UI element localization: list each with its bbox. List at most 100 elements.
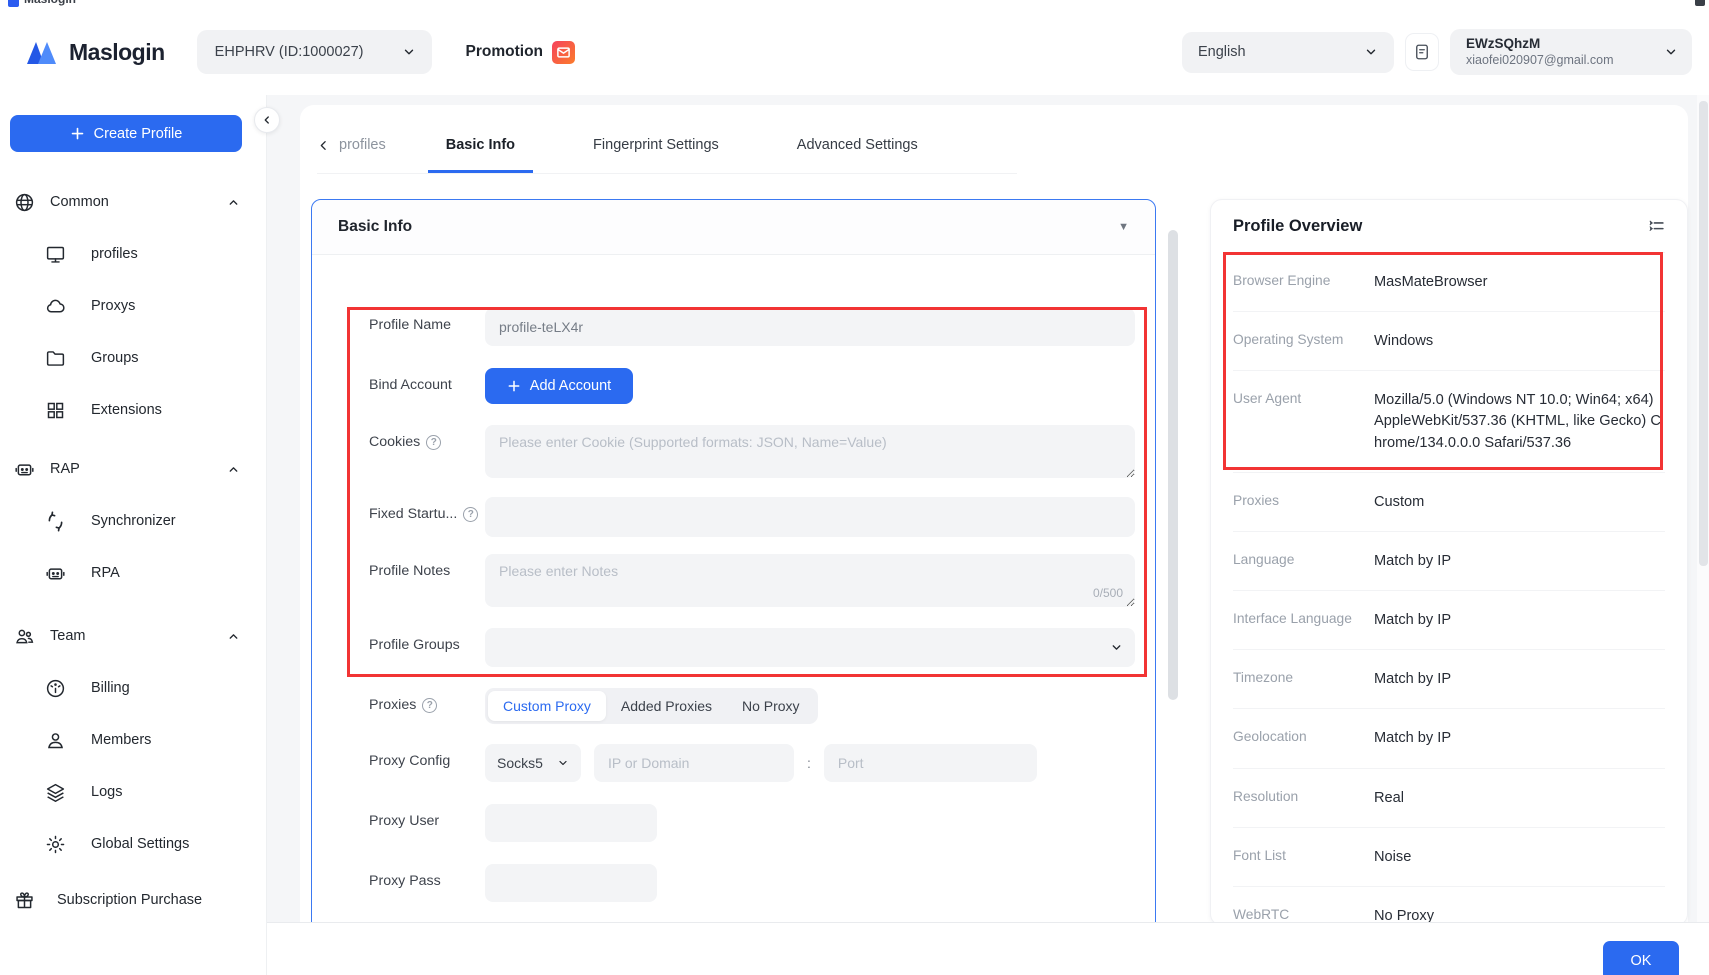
section-label: Team	[50, 628, 85, 644]
proxy-mode-segmented-control: Custom Proxy Added Proxies No Proxy	[485, 688, 818, 724]
robot-icon	[45, 563, 66, 584]
proxy-user-input[interactable]	[485, 804, 657, 842]
language-label: English	[1198, 44, 1246, 60]
collapse-caret-icon[interactable]: ▼	[1118, 221, 1129, 233]
tab-fingerprint-settings[interactable]: Fingerprint Settings	[575, 129, 737, 173]
help-icon[interactable]: ?	[426, 435, 441, 450]
proxy-mode-added[interactable]: Added Proxies	[606, 691, 727, 721]
fixed-startup-row: Fixed Startu... ?	[369, 497, 1155, 537]
sidebar-collapse-button[interactable]	[254, 107, 280, 133]
profile-groups-select[interactable]	[485, 628, 1135, 667]
overview-row-user-agent: User Agent Mozilla/5.0 (Windows NT 10.0;…	[1233, 371, 1665, 472]
app-root: Maslogin Maslogin EHPHRV (ID:1000027) Pr…	[0, 0, 1709, 975]
sidebar: Create Profile Common profiles	[0, 95, 267, 975]
page-scrollbar-thumb[interactable]	[1699, 101, 1708, 566]
add-account-label: Add Account	[530, 378, 611, 394]
profile-name-input[interactable]	[485, 308, 1135, 346]
chevron-down-icon	[1364, 45, 1378, 59]
bind-account-row: Bind Account Add Account	[369, 368, 1155, 404]
create-profile-label: Create Profile	[94, 126, 183, 142]
proxy-host-input[interactable]	[594, 744, 794, 782]
gift-icon	[14, 890, 35, 911]
sidebar-item-extensions[interactable]: Extensions	[0, 384, 266, 436]
proxies-row: Proxies ? Custom Proxy Added Proxies No …	[369, 688, 1155, 724]
notes-char-counter: 0/500	[1093, 586, 1123, 600]
fixed-startup-input[interactable]	[485, 497, 1135, 537]
add-account-button[interactable]: Add Account	[485, 368, 633, 404]
back-to-profiles[interactable]: profiles	[317, 129, 386, 173]
brand-logo[interactable]: Maslogin	[26, 38, 165, 66]
sidebar-section-common[interactable]: Common	[0, 176, 266, 228]
sidebar-item-synchronizer[interactable]: Synchronizer	[0, 495, 266, 547]
cloud-icon	[45, 296, 66, 317]
profile-notes-row: Profile Notes 0/500	[369, 554, 1155, 607]
account-menu[interactable]: EWzSQhzM xiaofei020907@gmail.com	[1450, 29, 1692, 75]
overview-row-timezone: Timezone Match by IP	[1233, 650, 1665, 709]
sidebar-nav: Common profiles Proxys	[0, 176, 266, 926]
cookies-label: Cookies ?	[369, 425, 485, 450]
help-icon[interactable]: ?	[463, 507, 478, 522]
cookies-textarea[interactable]	[485, 425, 1135, 478]
sidebar-item-label: Members	[91, 732, 151, 748]
sidebar-section-rap[interactable]: RAP	[0, 443, 266, 495]
workspace-label: EHPHRV (ID:1000027)	[215, 44, 364, 60]
chevron-up-icon	[227, 463, 240, 476]
account-info: EWzSQhzM xiaofei020907@gmail.com	[1466, 36, 1614, 69]
proxy-pass-input[interactable]	[485, 864, 657, 902]
profile-name-label: Profile Name	[369, 308, 485, 333]
grid-icon	[45, 400, 66, 421]
overview-row-font-list: Font List Noise	[1233, 828, 1665, 887]
sidebar-item-label: Billing	[91, 680, 130, 696]
gauge-icon	[45, 678, 66, 699]
create-profile-button[interactable]: Create Profile	[10, 115, 242, 152]
sidebar-item-label: RPA	[91, 565, 120, 581]
main-scrollbar-thumb[interactable]	[1168, 230, 1178, 700]
document-icon	[1413, 43, 1431, 61]
workspace-selector[interactable]: EHPHRV (ID:1000027)	[197, 30, 432, 74]
proxy-config-row: Proxy Config Socks5 :	[369, 744, 1155, 782]
ok-button[interactable]: OK	[1603, 941, 1679, 975]
proxy-protocol-select[interactable]: Socks5	[485, 744, 581, 782]
profile-groups-label: Profile Groups	[369, 628, 485, 653]
sidebar-section-team[interactable]: Team	[0, 610, 266, 662]
sidebar-item-rpa[interactable]: RPA	[0, 547, 266, 599]
tab-basic-info[interactable]: Basic Info	[428, 129, 533, 173]
profile-notes-textarea[interactable]	[485, 554, 1135, 607]
profile-groups-row: Profile Groups	[369, 628, 1155, 667]
overview-row-resolution: Resolution Real	[1233, 769, 1665, 828]
chevron-down-icon	[557, 757, 569, 769]
language-selector[interactable]: English	[1182, 32, 1394, 73]
proxy-mode-none[interactable]: No Proxy	[727, 691, 815, 721]
account-name: EWzSQhzM	[1466, 36, 1614, 53]
content-area: profiles Basic Info Fingerprint Settings…	[267, 95, 1709, 975]
overview-row-operating-system: Operating System Windows	[1233, 312, 1665, 371]
promotion-envelope-icon	[552, 41, 575, 64]
section-label: RAP	[50, 461, 80, 477]
browser-tab-strip: Maslogin	[0, 0, 1709, 9]
maslogin-logo-icon	[26, 38, 60, 66]
sidebar-item-logs[interactable]: Logs	[0, 766, 266, 818]
sidebar-item-global-settings[interactable]: Global Settings	[0, 818, 266, 870]
plus-icon	[507, 379, 521, 393]
sidebar-item-proxys[interactable]: Proxys	[0, 280, 266, 332]
sidebar-item-members[interactable]: Members	[0, 714, 266, 766]
promotion-label: Promotion	[466, 43, 544, 61]
sidebar-item-billing[interactable]: Billing	[0, 662, 266, 714]
browser-tab-title: Maslogin	[24, 0, 76, 6]
tab-advanced-settings[interactable]: Advanced Settings	[779, 129, 936, 173]
account-email: xiaofei020907@gmail.com	[1466, 53, 1614, 69]
proxy-protocol-value: Socks5	[497, 755, 543, 771]
sidebar-item-subscription-purchase[interactable]: Subscription Purchase	[0, 874, 266, 926]
app-header: Maslogin EHPHRV (ID:1000027) Promotion E…	[0, 9, 1709, 95]
sidebar-item-groups[interactable]: Groups	[0, 332, 266, 384]
help-icon[interactable]: ?	[422, 698, 437, 713]
docs-button[interactable]	[1405, 33, 1439, 71]
chevron-left-icon	[261, 114, 273, 126]
sidebar-item-profiles[interactable]: profiles	[0, 228, 266, 280]
proxy-port-input[interactable]	[824, 744, 1037, 782]
basic-info-panel-header[interactable]: Basic Info ▼	[312, 200, 1155, 255]
promotion-link[interactable]: Promotion	[466, 41, 576, 64]
proxy-mode-custom[interactable]: Custom Proxy	[488, 691, 606, 721]
bind-account-label: Bind Account	[369, 368, 485, 393]
list-collapse-icon[interactable]	[1648, 218, 1665, 235]
